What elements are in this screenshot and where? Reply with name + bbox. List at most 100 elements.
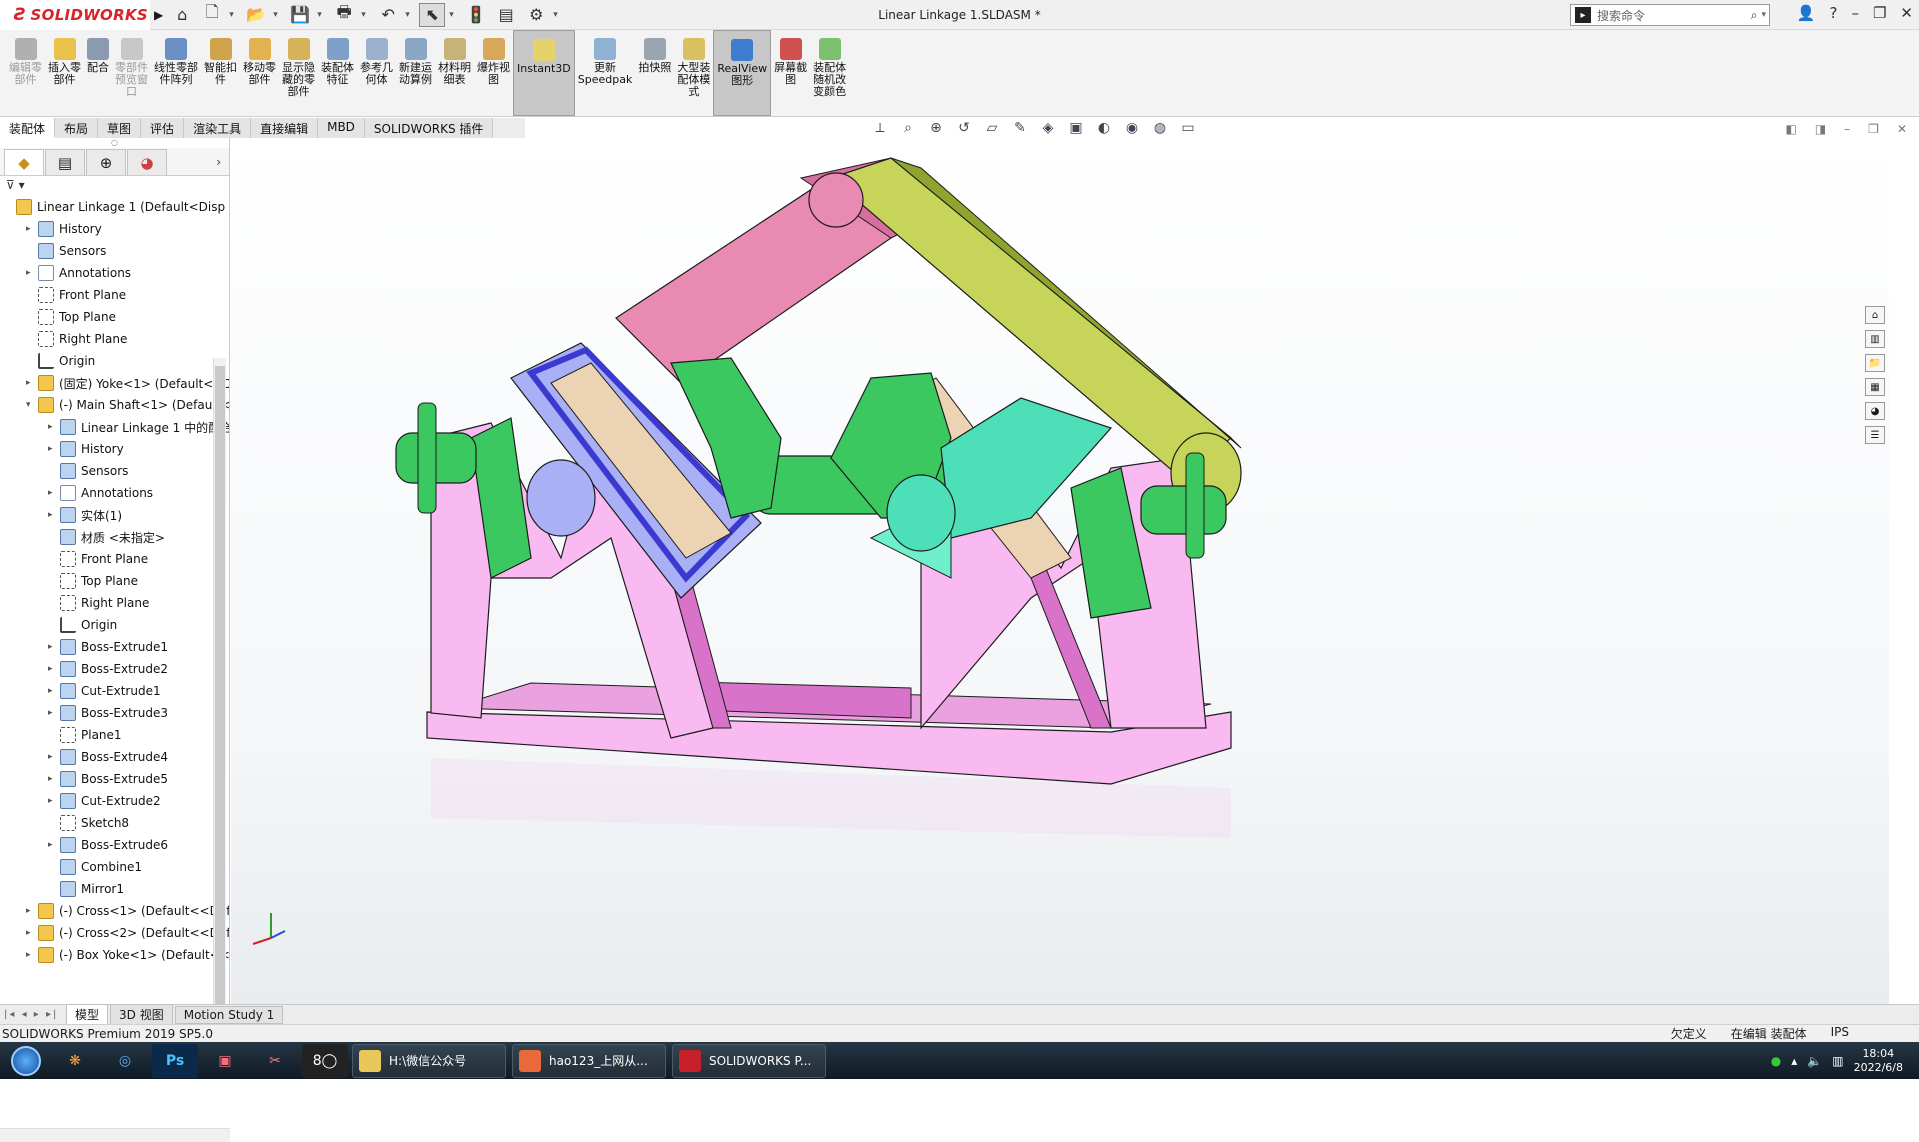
apply-scene-icon[interactable]: ◍ xyxy=(1150,120,1170,136)
tree-expand-icon[interactable]: ▸ xyxy=(26,928,38,938)
tree-expand-icon[interactable]: ▸ xyxy=(48,708,60,718)
ribbon-button-16[interactable]: 大型装 配体模 式 xyxy=(674,30,713,116)
dynamic-annotation-icon[interactable]: ✎ xyxy=(1010,120,1030,136)
command-tab-7[interactable]: SOLIDWORKS 插件 xyxy=(364,118,494,138)
tab-3d-view[interactable]: 3D 视图 xyxy=(110,1004,173,1025)
tree-node[interactable]: ▸ History xyxy=(48,438,124,460)
ribbon-button-19[interactable]: 装配体 随机改 变颜色 xyxy=(810,30,849,116)
ribbon-button-3[interactable]: 零部件 预览窗 口 xyxy=(112,30,151,116)
tree-expand-icon[interactable]: ▸ xyxy=(26,906,38,916)
tree-node[interactable]: ▸ (固定) Yoke<1> (Default<<D xyxy=(26,372,229,394)
display-style-icon[interactable]: ▣ xyxy=(1066,120,1086,136)
doc-close-icon[interactable]: ✕ xyxy=(1897,122,1907,136)
pinned-app-icon[interactable]: ❋ xyxy=(52,1044,98,1078)
traffic-light-icon[interactable]: 🚦 xyxy=(463,3,489,27)
search-icon[interactable]: ⌕ xyxy=(1751,8,1758,23)
tree-node[interactable]: Sketch8 xyxy=(48,812,129,834)
taskbar-window-button[interactable]: SOLIDWORKS P... xyxy=(672,1043,826,1078)
tree-node[interactable]: Sensors xyxy=(26,240,106,262)
options-gear-icon[interactable]: ⚙ xyxy=(523,3,549,27)
tree-node[interactable]: Top Plane xyxy=(48,570,138,592)
edit-appearance-icon[interactable]: ◉ xyxy=(1122,120,1142,136)
view-orientation-cube-icon[interactable]: ◈ xyxy=(1038,120,1058,136)
solidworks-resources-icon[interactable]: ⌂ xyxy=(1865,306,1885,324)
tree-node[interactable]: Origin xyxy=(26,350,95,372)
tree-expand-icon[interactable]: ▸ xyxy=(48,664,60,674)
tree-expand-icon[interactable]: ▸ xyxy=(48,774,60,784)
tree-node[interactable]: ▸ (-) Cross<2> (Default<<Def xyxy=(26,922,229,944)
open-icon[interactable]: 📂 xyxy=(243,3,269,27)
tree-node[interactable]: 材质 <未指定> xyxy=(48,526,165,548)
custom-properties-icon[interactable]: ☰ xyxy=(1865,426,1885,444)
tree-node[interactable]: ▸ 实体(1) xyxy=(48,504,122,526)
tree-expand-icon[interactable]: ▸ xyxy=(48,796,60,806)
tree-node[interactable]: ▸ Boss-Extrude1 xyxy=(48,636,168,658)
left-end-pin[interactable] xyxy=(417,402,437,514)
tree-node[interactable]: Right Plane xyxy=(26,328,127,350)
ribbon-button-14[interactable]: 更新 Speedpak xyxy=(575,30,636,116)
options-dropdown-icon[interactable]: ▾ xyxy=(553,10,563,20)
configuration-manager-tab-icon[interactable]: ⊕ xyxy=(86,149,126,175)
previous-view-icon[interactable]: ↺ xyxy=(954,120,974,136)
open-dropdown-icon[interactable]: ▾ xyxy=(273,10,283,20)
tree-node[interactable]: Front Plane xyxy=(48,548,148,570)
search-dropdown-icon[interactable]: ▾ xyxy=(1761,10,1766,20)
tree-node[interactable]: Combine1 xyxy=(48,856,142,878)
tree-node[interactable]: ▸ Boss-Extrude2 xyxy=(48,658,168,680)
command-tab-6[interactable]: MBD xyxy=(318,118,365,138)
right-end-shaft[interactable] xyxy=(1140,485,1227,535)
ribbon-button-4[interactable]: 线性零部 件阵列 xyxy=(151,30,201,116)
clock[interactable]: 18:04 2022/6/8 xyxy=(1854,1047,1903,1075)
tree-node[interactable]: Front Plane xyxy=(26,284,126,306)
ribbon-button-15[interactable]: 拍快照 xyxy=(635,30,674,116)
tab-motion-study[interactable]: Motion Study 1 xyxy=(174,1005,284,1024)
view-settings-icon[interactable]: ▭ xyxy=(1178,120,1198,136)
network-icon[interactable]: ▥ xyxy=(1832,1054,1843,1068)
doc-tile-left-icon[interactable]: ◧ xyxy=(1785,122,1796,136)
ribbon-button-1[interactable]: 插入零 部件 xyxy=(45,30,84,116)
tree-expand-icon[interactable]: ▸ xyxy=(48,840,60,850)
photoshop-icon[interactable]: Ps xyxy=(152,1043,198,1078)
close-icon[interactable]: ✕ xyxy=(1900,4,1913,22)
command-tab-4[interactable]: 渲染工具 xyxy=(184,118,252,138)
tray-arrow-icon[interactable]: ▴ xyxy=(1791,1054,1797,1068)
tray-app-icon[interactable]: ● xyxy=(1771,1054,1781,1068)
tree-node[interactable]: Origin xyxy=(48,614,117,636)
tree-node[interactable]: ▸ Boss-Extrude4 xyxy=(48,746,168,768)
tree-expand-icon[interactable]: ▸ xyxy=(26,950,38,960)
taskbar-window-button[interactable]: H:\微信公众号 xyxy=(352,1043,506,1078)
select-cursor-icon[interactable]: ⬉ xyxy=(419,2,446,27)
zoom-to-fit-icon[interactable]: ⌕ xyxy=(898,120,918,136)
panel-grip-icon[interactable]: ○ xyxy=(0,138,229,148)
doc-tile-right-icon[interactable]: ◨ xyxy=(1815,122,1826,136)
tree-expand-icon[interactable]: ▾ xyxy=(26,400,38,410)
edge-browser-icon[interactable]: ◎ xyxy=(102,1044,148,1078)
ribbon-button-5[interactable]: 智能扣 件 xyxy=(201,30,240,116)
tree-node[interactable]: ▸ Boss-Extrude6 xyxy=(48,834,168,856)
file-explorer-icon[interactable]: 📁 xyxy=(1865,354,1885,372)
feature-manager-tab-icon[interactable]: ◆ xyxy=(4,149,44,175)
tab-navigation-arrows-icon[interactable]: |◂ ◂ ▸ ▸| xyxy=(0,1009,66,1020)
tree-node[interactable]: Plane1 xyxy=(48,724,122,746)
ribbon-button-17[interactable]: RealView 图形 xyxy=(713,30,772,116)
tree-node[interactable]: Linear Linkage 1 (Default<Disp xyxy=(4,196,225,218)
appearances-icon[interactable]: ◕ xyxy=(1865,402,1885,420)
new-document-icon[interactable]: 🗋 xyxy=(199,2,225,27)
assembly-model-view[interactable] xyxy=(231,138,1889,1004)
view-orient-icon[interactable]: ⟂ xyxy=(870,120,890,136)
ribbon-button-13[interactable]: Instant3D xyxy=(513,30,575,116)
search-input[interactable]: 搜索命令 xyxy=(1597,7,1645,24)
recorder-app-icon[interactable]: 8◯ xyxy=(302,1043,348,1078)
tree-node[interactable]: ▸ Boss-Extrude5 xyxy=(48,768,168,790)
filter-icon[interactable]: ⊽ ▾ xyxy=(0,176,229,196)
right-end-pin[interactable] xyxy=(1185,452,1205,559)
doc-restore-icon[interactable]: ❐ xyxy=(1868,122,1879,136)
ribbon-button-12[interactable]: 爆炸视 图 xyxy=(474,30,513,116)
tree-node[interactable]: Mirror1 xyxy=(48,878,124,900)
ribbon-button-2[interactable]: 配合 xyxy=(84,30,112,116)
tree-node[interactable]: Right Plane xyxy=(48,592,149,614)
print-dropdown-icon[interactable]: ▾ xyxy=(361,10,371,20)
tree-expand-icon[interactable]: ▸ xyxy=(48,422,60,432)
taskbar-window-button[interactable]: hao123_上网从... xyxy=(512,1043,666,1078)
tree-expand-icon[interactable]: ▸ xyxy=(48,488,60,498)
